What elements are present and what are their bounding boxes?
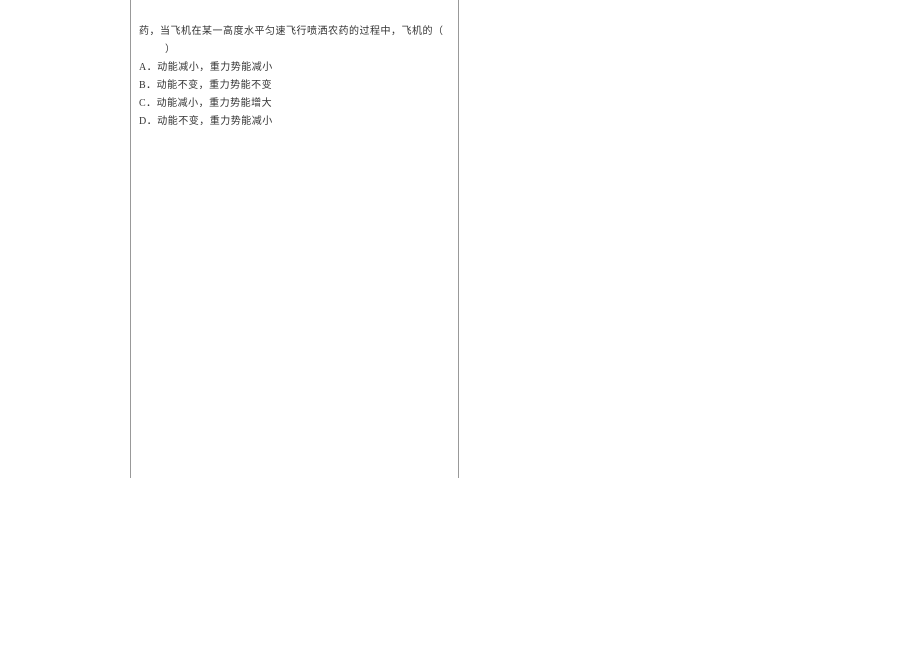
option-text: 动能不变，重力势能减小 (157, 116, 273, 127)
document-page: 药，当飞机在某一高度水平匀速飞行喷洒农药的过程中，飞机的（） A．动能减小，重力… (0, 0, 920, 651)
option-label: C． (139, 98, 157, 109)
right-column (458, 0, 778, 478)
option-text: 动能减小，重力势能增大 (157, 98, 273, 109)
option-a: A．动能减小，重力势能减小 (139, 59, 450, 77)
stem-end: ） (165, 44, 176, 55)
option-label: A． (139, 62, 157, 73)
option-text: 动能不变，重力势能不变 (157, 80, 273, 91)
option-text: 动能减小，重力势能减小 (157, 62, 273, 73)
option-b: B．动能不变，重力势能不变 (139, 77, 450, 95)
left-column: 药，当飞机在某一高度水平匀速飞行喷洒农药的过程中，飞机的（） A．动能减小，重力… (130, 0, 450, 478)
option-c: C．动能减小，重力势能增大 (139, 95, 450, 113)
option-label: D． (139, 116, 157, 127)
option-d: D．动能不变，重力势能减小 (139, 113, 450, 131)
stem-text: 药，当飞机在某一高度水平匀速飞行喷洒农药的过程中，飞机的（ (139, 26, 444, 37)
option-label: B． (139, 80, 157, 91)
question-stem: 药，当飞机在某一高度水平匀速飞行喷洒农药的过程中，飞机的（ ） (139, 23, 450, 59)
